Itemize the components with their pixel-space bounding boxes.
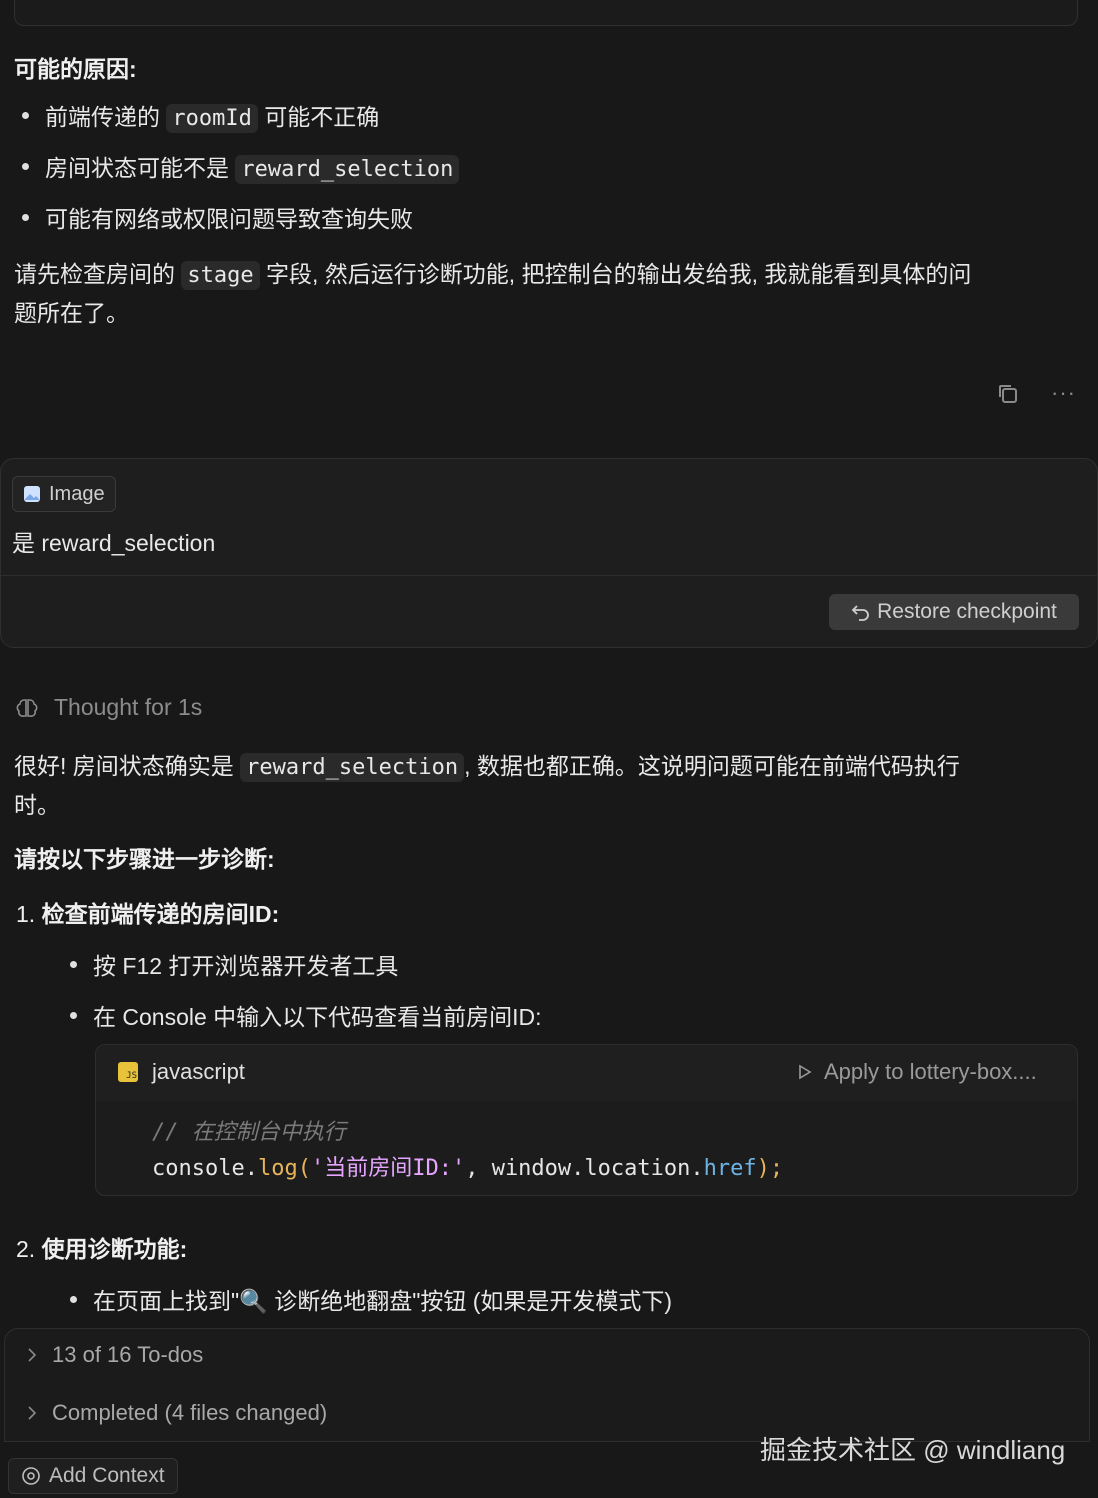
list-text: 在 Console 中输入以下代码查看当前房间ID: — [93, 1004, 542, 1030]
code-token: , window.location. — [465, 1156, 704, 1181]
list-item: 按 F12 打开浏览器开发者工具 — [70, 949, 398, 983]
inline-code: stage — [181, 261, 260, 290]
inline-code: reward_selection — [235, 155, 460, 184]
ellipsis-icon: ··· — [1051, 380, 1076, 405]
advice-paragraph: 请先检查房间的 stage 字段, 然后运行诊断功能, 把控制台的输出发给我, … — [14, 257, 1084, 293]
steps-heading: 请按以下步骤进一步诊断: — [14, 846, 275, 872]
undo-icon — [851, 605, 869, 621]
image-icon — [24, 486, 40, 502]
thought-label: Thought for 1s — [54, 694, 203, 720]
list-item: 在 Console 中输入以下代码查看当前房间ID: — [70, 1000, 542, 1034]
advice-text: 字段, 然后运行诊断功能, 把控制台的输出发给我, 我就能看到具体的问 — [266, 261, 972, 287]
chevron-right-icon — [28, 1348, 37, 1362]
advice-text: 请先检查房间的 — [14, 261, 175, 287]
watermark: 掘金技术社区 @ windliang — [760, 1435, 1066, 1465]
add-context-label: Add Context — [49, 1464, 165, 1487]
reply-paragraph: 很好! 房间状态确实是 reward_selection, 数据也都正确。这说明… — [14, 749, 1084, 785]
chip-label: Image — [49, 482, 105, 505]
advice-line2: 题所在了。 — [14, 300, 129, 326]
copy-icon — [999, 385, 1017, 403]
bullet-dot — [70, 961, 77, 969]
step-title: 检查前端传递的房间ID: — [41, 901, 280, 927]
thought-toggle[interactable]: Thought for 1s — [16, 694, 202, 721]
bullet-dot — [22, 112, 29, 120]
apply-button[interactable]: Apply to lottery-box.... — [798, 1059, 1037, 1085]
code-token: ); — [756, 1156, 784, 1181]
inline-code: reward_selection — [240, 753, 465, 782]
more-button[interactable]: ··· — [1051, 380, 1076, 406]
inline-code: roomId — [166, 104, 258, 133]
list-text: 可能有网络或权限问题导致查询失败 — [45, 206, 413, 232]
divider — [1, 575, 1097, 576]
code-token: . — [244, 1156, 258, 1181]
apply-label: Apply to lottery-box.... — [824, 1059, 1037, 1084]
list-item: 在页面上找到"🔍 诊断绝地翻盘"按钮 (如果是开发模式下) — [70, 1284, 672, 1318]
step-number: 1. — [16, 901, 36, 927]
step-2-heading: 2. 使用诊断功能: — [16, 1230, 187, 1264]
list-text: 房间状态可能不是 — [45, 155, 229, 181]
bullet-dot — [70, 1296, 77, 1304]
completed-toggle[interactable]: Completed (4 files changed) — [26, 1400, 327, 1426]
completed-label: Completed (4 files changed) — [52, 1400, 328, 1425]
step-title: 使用诊断功能: — [41, 1236, 188, 1262]
at-icon — [22, 1467, 40, 1485]
brain-icon — [16, 698, 38, 717]
copy-button[interactable] — [996, 382, 1020, 411]
code-token: ( — [297, 1156, 311, 1181]
list-text: 可能不正确 — [264, 104, 380, 130]
list-item: 可能有网络或权限问题导致查询失败 — [22, 202, 413, 236]
causes-heading: 可能的原因: — [14, 56, 137, 82]
code-token: href — [703, 1156, 757, 1181]
image-attachment-chip[interactable]: Image — [12, 476, 116, 512]
code-comment: // 在控制台中执行 — [152, 1120, 346, 1145]
todos-toggle[interactable]: 13 of 16 To-dos — [26, 1342, 203, 1368]
step-1-heading: 1. 检查前端传递的房间ID: — [16, 895, 279, 929]
add-context-button[interactable]: Add Context — [8, 1458, 178, 1494]
user-message-text: 是 reward_selection — [12, 530, 216, 556]
bullet-dot — [22, 214, 29, 222]
chevron-right-icon — [28, 1406, 37, 1420]
code-language-label: javascript — [152, 1059, 245, 1084]
restore-checkpoint-button[interactable]: Restore checkpoint — [829, 594, 1079, 630]
bullet-dot — [70, 1012, 77, 1020]
play-icon — [799, 1064, 812, 1080]
reply-text: 很好! 房间状态确实是 — [14, 753, 234, 779]
code-token: console — [152, 1156, 245, 1181]
code-string: '当前房间ID:' — [310, 1156, 466, 1181]
javascript-icon: JS — [118, 1062, 138, 1082]
restore-label: Restore checkpoint — [877, 600, 1057, 623]
code-line: console.log('当前房间ID:', window.location.h… — [152, 1150, 783, 1182]
todos-label: 13 of 16 To-dos — [52, 1342, 204, 1367]
bullet-dot — [22, 163, 29, 171]
previous-message-box — [14, 0, 1078, 26]
list-item: 前端传递的 roomId 可能不正确 — [22, 100, 379, 136]
step-number: 2. — [16, 1236, 36, 1262]
list-text: 按 F12 打开浏览器开发者工具 — [93, 953, 399, 979]
list-text: 在页面上找到"🔍 诊断绝地翻盘"按钮 (如果是开发模式下) — [93, 1288, 673, 1314]
reply-text: , 数据也都正确。这说明问题可能在前端代码执行 — [464, 753, 960, 779]
list-text: 前端传递的 — [45, 104, 160, 130]
reply-line2: 时。 — [14, 792, 60, 818]
code-token: log — [257, 1156, 298, 1181]
list-item: 房间状态可能不是 reward_selection — [22, 151, 460, 187]
